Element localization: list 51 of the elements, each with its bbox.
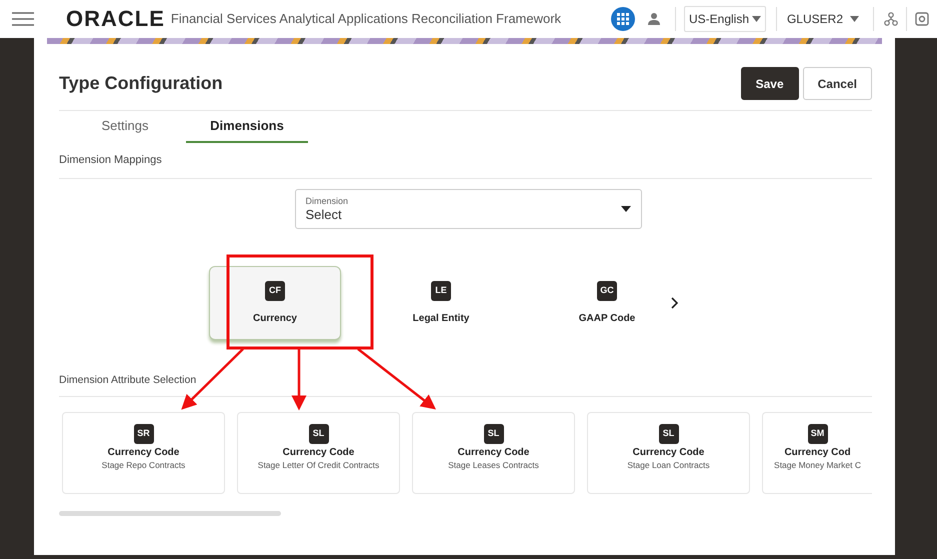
window-icon[interactable] bbox=[915, 12, 929, 26]
menu-icon[interactable] bbox=[12, 12, 34, 26]
section-heading: Dimension Mappings bbox=[59, 154, 162, 166]
dropdown-value: Select bbox=[306, 207, 342, 223]
language-select[interactable]: US-English bbox=[684, 6, 766, 32]
attribute-card[interactable]: SM Currency Cod Stage Money Market C bbox=[762, 412, 872, 494]
dimension-card[interactable]: GC GAAP Code bbox=[541, 266, 673, 340]
caret-icon bbox=[620, 206, 630, 212]
hierarchy-icon[interactable] bbox=[884, 12, 898, 26]
attribute-card[interactable]: SR Currency Code Stage Repo Contracts bbox=[62, 412, 225, 494]
dimension-badge: CF bbox=[265, 280, 285, 300]
attribute-card[interactable]: SL Currency Code Stage Leases Contracts bbox=[412, 412, 575, 494]
card-title: Currency Code bbox=[632, 446, 704, 459]
attribute-card[interactable]: SL Currency Code Stage Letter Of Credit Contracts bbox=[237, 412, 400, 494]
dimension-badge: SL bbox=[658, 424, 678, 444]
card-subtitle: Stage Repo Contracts bbox=[102, 459, 186, 471]
horizontal-scrollbar[interactable] bbox=[59, 511, 281, 516]
dropdown-label: Dimension bbox=[306, 195, 348, 207]
dimension-card[interactable]: LE Legal Entity bbox=[375, 266, 507, 340]
save-button[interactable]: Save bbox=[740, 67, 799, 100]
section-heading: Dimension Attribute Selection bbox=[59, 374, 196, 386]
dimension-badge: SR bbox=[134, 424, 154, 444]
card-title: Currency Cod bbox=[784, 446, 851, 459]
card-subtitle: Stage Letter Of Credit Contracts bbox=[258, 459, 380, 471]
card-title: Currency Code bbox=[282, 446, 354, 459]
dimension-badge: LE bbox=[431, 280, 451, 300]
card-title: Currency Code bbox=[108, 446, 180, 459]
caret-icon bbox=[752, 16, 761, 22]
card-subtitle: Stage Leases Contracts bbox=[448, 459, 539, 471]
caret-icon bbox=[850, 16, 859, 22]
tab[interactable]: Dimensions bbox=[186, 111, 308, 143]
attribute-card[interactable]: SL Currency Code Stage Loan Contracts bbox=[587, 412, 750, 494]
card-subtitle: Stage Loan Contracts bbox=[627, 459, 710, 471]
tab[interactable]: Settings bbox=[64, 111, 186, 143]
user-menu[interactable]: GLUSER2 bbox=[786, 10, 859, 28]
user-icon[interactable] bbox=[648, 12, 661, 26]
page-title: Type Configuration bbox=[59, 72, 223, 95]
brand-logo: ORACLE bbox=[66, 8, 165, 30]
dimension-badge: SL bbox=[308, 424, 328, 444]
dimension-badge: SL bbox=[484, 424, 504, 444]
chevron-right-icon[interactable] bbox=[671, 297, 679, 309]
app-title: Financial Services Analytical Applications Reconciliation Framework bbox=[170, 10, 562, 28]
dimension-dropdown[interactable]: Dimension Select bbox=[294, 189, 642, 229]
cancel-button[interactable]: Cancel bbox=[802, 67, 872, 100]
dimension-badge: SM bbox=[808, 424, 828, 444]
dimension-card[interactable]: CF Currency bbox=[209, 266, 341, 340]
card-title: Currency Code bbox=[458, 446, 530, 459]
apps-grid-icon[interactable] bbox=[610, 7, 635, 31]
annotation-arrow bbox=[292, 349, 306, 410]
card-subtitle: Stage Money Market C bbox=[774, 459, 861, 471]
dimension-badge: GC bbox=[597, 280, 617, 300]
